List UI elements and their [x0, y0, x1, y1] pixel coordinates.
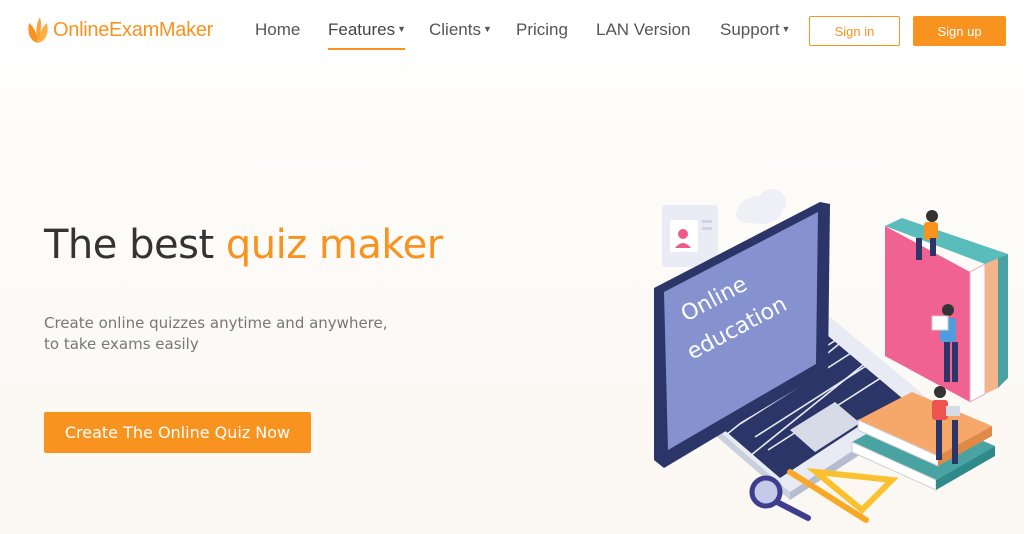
- leaf-logo-icon: [28, 17, 48, 43]
- hero-title: The best quiz maker: [44, 222, 443, 268]
- cloud-icon: [736, 189, 786, 224]
- chat-bubble-icon: [662, 205, 718, 267]
- nav-home[interactable]: Home: [255, 20, 300, 40]
- sign-in-button[interactable]: Sign in: [809, 16, 900, 46]
- nav-support[interactable]: Support ▼: [720, 20, 790, 40]
- brand-logo[interactable]: OnlineExamMaker: [26, 14, 213, 46]
- nav-pricing[interactable]: Pricing: [516, 20, 568, 40]
- caret-down-icon: ▼: [397, 24, 407, 34]
- sign-up-button[interactable]: Sign up: [913, 16, 1006, 46]
- active-nav-indicator: [328, 48, 405, 50]
- nav-lan-version[interactable]: LAN Version: [596, 20, 691, 40]
- caret-down-icon: ▼: [781, 24, 791, 34]
- online-education-illustration: Online education: [654, 189, 1008, 523]
- hero-subtitle-line1: Create online quizzes anytime and anywhe…: [44, 314, 388, 332]
- hero-subtitle: Create online quizzes anytime and anywhe…: [44, 313, 404, 355]
- page: OnlineExamMaker Home Features ▼ Clients ▼ …: [0, 0, 1024, 534]
- hero-title-accent: quiz maker: [225, 222, 443, 268]
- site-header: OnlineExamMaker Home Features ▼ Clients ▼ …: [0, 0, 1024, 62]
- hero-subtitle-line2: to take exams easily: [44, 335, 199, 353]
- create-quiz-button[interactable]: Create The Online Quiz Now: [44, 412, 311, 453]
- book-stack: [885, 210, 1008, 403]
- ruler-icon: [806, 467, 899, 515]
- caret-down-icon: ▼: [482, 24, 492, 34]
- nav-clients[interactable]: Clients ▼: [429, 20, 492, 40]
- nav-features[interactable]: Features ▼: [328, 20, 406, 40]
- brand-name: OnlineExamMaker: [53, 18, 214, 41]
- hero-title-plain: The best: [44, 222, 226, 268]
